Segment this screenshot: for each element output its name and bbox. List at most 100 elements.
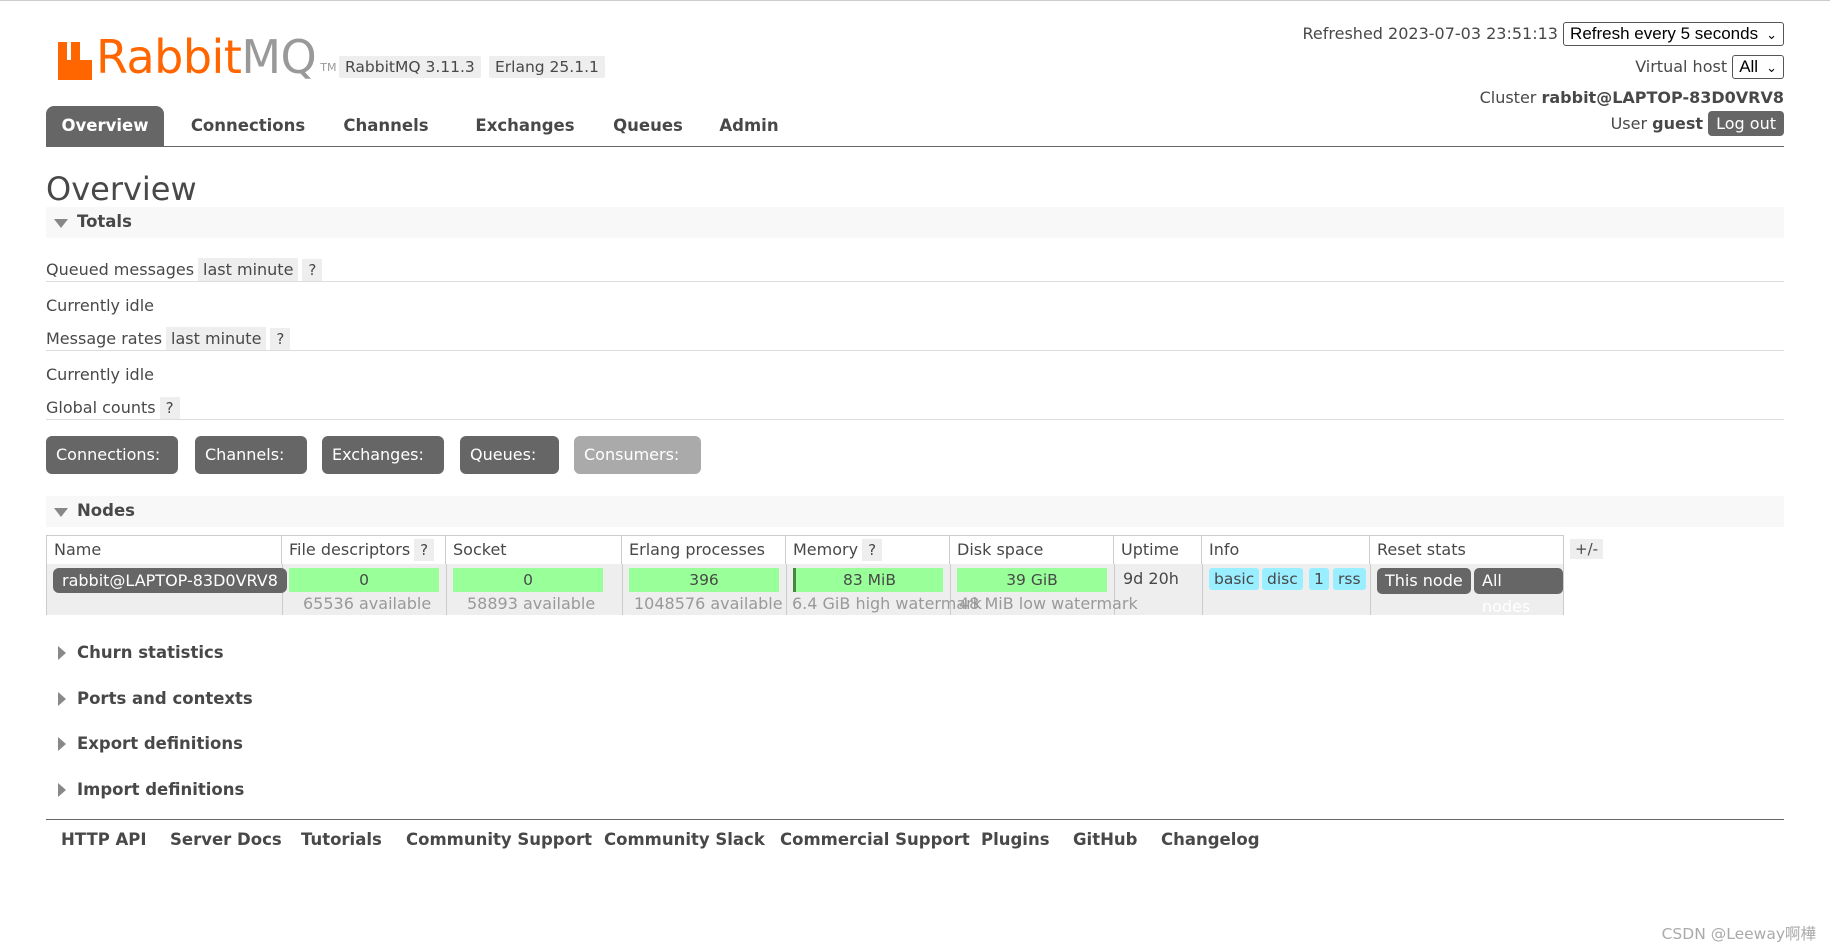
csdn-watermark: CSDN @Leeway啊樺 <box>1661 925 1816 943</box>
footer-link-community-slack[interactable]: Community Slack <box>604 830 765 849</box>
help-icon[interactable]: ? <box>159 397 180 419</box>
nodes-table: Name File descriptors? Socket descriptor… <box>46 535 1564 616</box>
help-icon[interactable]: ? <box>414 539 435 561</box>
node-name-link[interactable]: rabbit@LAPTOP-83D0VRV8 <box>53 568 287 593</box>
rates-range-selector[interactable]: last minute <box>166 327 267 350</box>
vhost-select[interactable]: All ⌄ <box>1732 55 1784 79</box>
tab-exchanges[interactable]: Exchanges <box>458 106 592 146</box>
disk-space-watermark: 48 MiB low watermark <box>959 594 1138 613</box>
file-descriptors-available: 65536 available <box>303 594 432 613</box>
refresh-interval-select[interactable]: Refresh every 5 seconds ⌄ <box>1563 22 1784 46</box>
tab-channels[interactable]: Channels <box>330 106 442 146</box>
node-uptime: 9d 20h <box>1123 569 1179 588</box>
footer-link-server-docs[interactable]: Server Docs <box>170 830 282 849</box>
reset-this-node-button[interactable]: This node <box>1377 568 1471 594</box>
queued-idle-text: Currently idle <box>46 296 154 315</box>
socket-descriptors-available: 58893 available <box>467 594 596 613</box>
nodes-section-header[interactable]: Nodes <box>46 496 1784 527</box>
expand-triangle-icon <box>58 783 66 797</box>
rabbitmq-logo[interactable]: RabbitMQ TM <box>58 28 336 80</box>
footer-divider <box>46 819 1784 820</box>
divider <box>46 350 1784 351</box>
chevron-down-icon: ⌄ <box>1766 60 1777 75</box>
totals-title: Totals <box>77 212 132 231</box>
queued-range-selector[interactable]: last minute <box>198 258 299 281</box>
queues-count-button[interactable]: Queues: 0 <box>460 436 559 502</box>
footer-link-http-api[interactable]: HTTP API <box>61 830 147 849</box>
tab-queues[interactable]: Queues <box>598 106 698 146</box>
tab-connections[interactable]: Connections <box>184 106 312 146</box>
memory-watermark: 6.4 GiB high watermark <box>792 594 982 613</box>
footer-link-commercial-support[interactable]: Commercial Support <box>780 830 970 849</box>
expand-triangle-icon <box>58 692 66 706</box>
help-icon[interactable]: ? <box>270 328 291 350</box>
column-header-memory: Memory? <box>786 536 950 564</box>
reset-all-nodes-button[interactable]: All nodes <box>1474 568 1563 616</box>
refreshed-timestamp: Refreshed 2023-07-03 23:51:13 <box>1302 24 1558 43</box>
cluster-name[interactable]: rabbit@LAPTOP-83D0VRV8 <box>1541 88 1784 107</box>
memory-gauge: 83 MiB <box>793 568 943 592</box>
rabbitmq-logo-icon <box>58 42 92 80</box>
channels-count-button[interactable]: Channels: 0 <box>195 436 307 502</box>
help-icon[interactable]: ? <box>302 259 323 281</box>
info-tag-disc: disc <box>1262 568 1303 590</box>
columns-toggle-button[interactable]: +/- <box>1570 539 1604 559</box>
page-title: Overview <box>46 170 197 208</box>
info-tag-1: 1 <box>1309 568 1329 590</box>
divider <box>46 419 1784 420</box>
consumers-count-button[interactable]: Consumers: 0 <box>574 436 701 502</box>
footer-link-github[interactable]: GitHub <box>1073 830 1137 849</box>
vhost-label: Virtual host <box>1635 57 1728 76</box>
version-badge: RabbitMQ 3.11.3 <box>339 56 481 78</box>
rates-idle-text: Currently idle <box>46 365 154 384</box>
column-header-socket-descriptors: Socket descriptors? <box>446 536 622 589</box>
expand-triangle-icon <box>58 737 66 751</box>
column-header-file-descriptors: File descriptors? <box>282 536 446 564</box>
help-icon[interactable]: ? <box>862 539 883 561</box>
divider <box>46 281 1784 282</box>
erlang-processes-gauge: 396 <box>629 568 779 592</box>
nodes-title: Nodes <box>77 501 135 520</box>
footer-link-tutorials[interactable]: Tutorials <box>301 830 382 849</box>
logo-text-mq: MQ <box>241 30 317 84</box>
global-counts-row: Global counts? <box>46 397 180 419</box>
top-border <box>0 0 1830 1</box>
tab-overview[interactable]: Overview <box>46 106 164 146</box>
tab-admin[interactable]: Admin <box>704 106 794 146</box>
info-tag-basic: basic <box>1209 568 1260 590</box>
message-rates-row: Message rates last minute? <box>46 327 291 350</box>
column-header-uptime: Uptime <box>1114 536 1202 564</box>
logo-trademark: TM <box>320 61 337 74</box>
collapse-triangle-icon <box>54 219 68 228</box>
column-header-disk-space: Disk space <box>950 536 1114 564</box>
expand-triangle-icon <box>58 646 66 660</box>
queued-messages-row: Queued messages last minute? <box>46 258 323 281</box>
file-descriptors-gauge: 0 <box>289 568 439 592</box>
totals-section-header[interactable]: Totals <box>46 207 1784 238</box>
connections-count-button[interactable]: Connections: 0 <box>46 436 178 502</box>
queued-messages-label: Queued messages <box>46 260 195 279</box>
cluster-row: Cluster rabbit@LAPTOP-83D0VRV8 <box>1480 88 1784 107</box>
table-row: rabbit@LAPTOP-83D0VRV8 0 65536 available… <box>47 564 1563 616</box>
erlang-version-badge: Erlang 25.1.1 <box>489 56 605 78</box>
footer-link-plugins[interactable]: Plugins <box>981 830 1050 849</box>
column-header-info: Info <box>1202 536 1370 564</box>
refresh-row: Refreshed 2023-07-03 23:51:13 Refresh ev… <box>1303 22 1784 46</box>
disk-space-gauge: 39 GiB <box>957 568 1107 592</box>
column-header-erlang-processes: Erlang processes <box>622 536 786 564</box>
message-rates-label: Message rates <box>46 329 163 348</box>
logo-text-rabbit: Rabbit <box>96 30 242 84</box>
chevron-down-icon: ⌄ <box>1766 27 1777 42</box>
column-header-name[interactable]: Name <box>47 536 282 564</box>
global-counts-label: Global counts <box>46 398 156 417</box>
info-tag-rss: rss <box>1333 568 1366 590</box>
vhost-row: Virtual host All ⌄ <box>1635 55 1784 79</box>
exchanges-count-button[interactable]: Exchanges: 7 <box>322 436 444 502</box>
main-nav-tabs: Overview Connections Channels Exchanges … <box>46 106 1784 147</box>
cluster-label: Cluster <box>1479 88 1537 107</box>
erlang-processes-available: 1048576 available <box>634 594 783 613</box>
column-header-reset-stats: Reset stats <box>1377 540 1466 559</box>
footer-link-community-support[interactable]: Community Support <box>406 830 592 849</box>
socket-descriptors-gauge: 0 <box>453 568 603 592</box>
footer-link-changelog[interactable]: Changelog <box>1161 830 1260 849</box>
